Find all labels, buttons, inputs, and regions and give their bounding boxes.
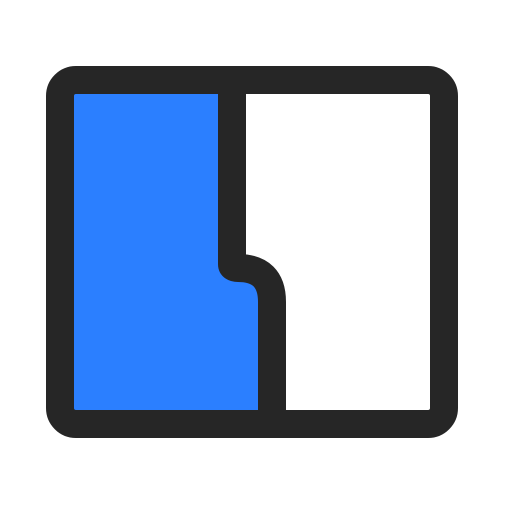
split-panel-layout-icon [46,66,458,438]
icon-canvas [0,0,512,512]
